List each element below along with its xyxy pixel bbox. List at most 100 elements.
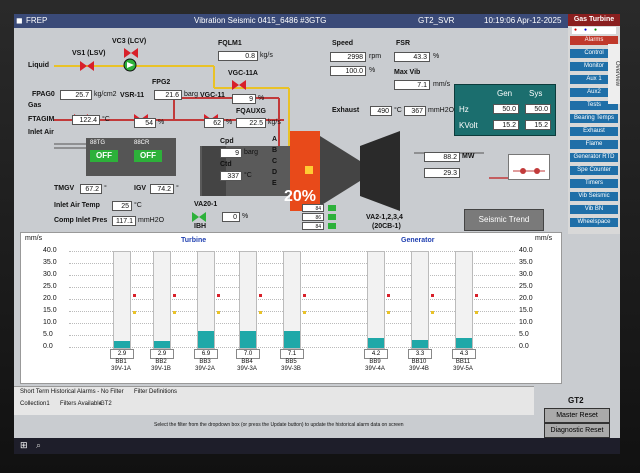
screen-title: Vibration Seismic 0415_6486 #3GTG	[194, 16, 327, 25]
gen-label: Gen	[497, 89, 513, 98]
vibration-bar[interactable]	[367, 251, 385, 349]
mvar-value: 29.3	[424, 168, 460, 178]
nav-item-generator-rtd[interactable]: Generator RTD	[570, 153, 618, 162]
bar-name: BB11	[455, 359, 471, 365]
chamber-b: B	[272, 147, 278, 154]
tick-label: 10.0	[519, 319, 533, 326]
fpg2-unit: barg	[184, 91, 199, 98]
search-icon[interactable]: ⌕	[36, 440, 41, 451]
master-reset-button[interactable]: Master Reset	[544, 408, 610, 423]
comp-inlet-value: 117.1	[112, 216, 136, 226]
warning-limit-marker	[173, 311, 176, 315]
bar-name: BB9	[369, 359, 381, 365]
chamber-c: C	[272, 158, 278, 165]
va2-label: VA2-1,2,3,4	[366, 214, 403, 221]
tick-label: 15.0	[43, 307, 57, 314]
app-name: FREP	[26, 16, 48, 25]
filter-dropdown[interactable]: GT2	[100, 401, 112, 407]
tmgv-unit: °	[104, 185, 107, 192]
alarm-bar: Short Term Historical Alarms - No Filter…	[14, 386, 534, 415]
collection-label: Collection1	[20, 401, 50, 407]
fpago-value: 25.7	[60, 90, 92, 100]
exhaust-temp: 490	[370, 106, 392, 116]
bt-qcr-state[interactable]: OFF	[134, 150, 162, 162]
vibration-bar-fill	[284, 330, 300, 348]
exhaust-press: 367	[404, 106, 426, 116]
title-bar: ◼ FREP Vibration Seismic 0415_6486 #3GTG…	[14, 14, 574, 28]
alarm-limit-marker	[173, 294, 176, 298]
nav-title: Gas Turbine	[568, 14, 620, 26]
tick-label: 15.0	[519, 307, 533, 314]
tick-label: 0.0	[519, 343, 529, 350]
bt-88-state[interactable]: OFF	[90, 150, 118, 162]
hz-sys: 50.0	[525, 104, 551, 114]
mw-unit: MW	[462, 153, 475, 160]
speed-value: 2998	[330, 52, 366, 62]
tick-label: 25.0	[43, 283, 57, 290]
vs1-valve-icon[interactable]	[80, 61, 94, 71]
nav-item-flame[interactable]: Flame	[570, 140, 618, 149]
overview-tab[interactable]: Overview	[608, 44, 620, 104]
nav-item-timers[interactable]: Timers	[570, 179, 618, 188]
vibration-bar[interactable]	[239, 251, 257, 349]
exhaust-press-unit: mmH2O	[428, 107, 455, 114]
green-dot-icon: ●	[594, 27, 598, 33]
inlet-air-label: Inlet Air	[28, 129, 54, 136]
bar-value: 7.0	[236, 349, 260, 359]
alarm-limit-marker	[387, 294, 390, 298]
diagnostic-reset-button[interactable]: Diagnostic Reset	[544, 423, 610, 438]
speed-unit: rpm	[369, 53, 382, 60]
filter-definitions[interactable]: Filter Definitions	[134, 389, 177, 395]
nav-item-vib-bn[interactable]: Vib BN	[570, 205, 618, 214]
va2-sub: (20CB-1)	[372, 223, 401, 230]
vgc11a-valve-icon[interactable]	[232, 80, 246, 90]
mw-value: 88.2	[424, 152, 460, 162]
nav-item-exhaust[interactable]: Exhaust	[570, 127, 618, 136]
bleed-value: 84	[302, 222, 324, 230]
breaker-symbol[interactable]	[508, 154, 550, 180]
hz-gen: 50.0	[493, 104, 519, 114]
fsr-unit: %	[433, 53, 440, 60]
generator-readout: 88.2 MW 29.3	[424, 150, 494, 186]
taskbar: ⊞ ⌕	[14, 438, 620, 454]
nav-item-spe-counter[interactable]: Spe Counter	[570, 166, 618, 175]
windows-icon[interactable]: ⊞	[20, 440, 28, 451]
fpago-unit: kg/cm2	[94, 91, 117, 98]
bar-value: 7.1	[280, 349, 304, 359]
maxvib-unit: mm/s	[433, 81, 451, 88]
vibration-bar[interactable]	[197, 251, 215, 349]
vibration-bar-fill	[456, 337, 472, 348]
vibration-bar[interactable]	[411, 251, 429, 349]
generator-label: Generator	[401, 237, 435, 244]
va20-label: VA20-1	[194, 201, 218, 208]
vibration-bar[interactable]	[153, 251, 171, 349]
sys-label: Sys	[529, 89, 543, 98]
igv-unit: °	[176, 185, 179, 192]
vibration-bar[interactable]	[113, 251, 131, 349]
seismic-trend-button[interactable]: Seismic Trend	[464, 209, 544, 231]
fsr-value: 43.3	[394, 52, 430, 62]
speed-pct: 100.0	[330, 66, 366, 76]
nav-item-bearing-temps[interactable]: Bearing Temps	[570, 114, 618, 123]
alarm-limit-marker	[431, 294, 434, 298]
tick-label: 5.0	[519, 331, 529, 338]
vibration-bar-fill	[198, 331, 214, 348]
nav-icon-row: ● ● ●	[572, 27, 616, 34]
vibration-bar[interactable]	[455, 251, 473, 349]
inlet-air-temp-unit: °C	[134, 202, 142, 209]
ftagim-value: 122.4	[72, 115, 100, 125]
inlet-air-temp-value: 25	[112, 201, 132, 211]
bar-value: 2.9	[150, 349, 174, 359]
nav-item-wheelspace[interactable]: Wheelspace	[570, 218, 618, 227]
alarm-header[interactable]: Short Term Historical Alarms - No Filter	[20, 389, 124, 395]
vibration-bar[interactable]	[283, 251, 301, 349]
comp-inlet-label: Comp Inlet Pres	[54, 217, 108, 224]
nav-item-vib-seismic[interactable]: Vib Seismic	[570, 192, 618, 201]
pump-icon[interactable]	[122, 58, 138, 72]
alarm-limit-marker	[475, 294, 478, 298]
bar-tag: 39V-1A	[111, 366, 131, 372]
vc3-valve-icon[interactable]	[124, 48, 138, 58]
fpg2-label: FPG2	[152, 79, 171, 86]
bt-88-label: 88TG	[90, 140, 106, 146]
breaker-panel: 88TG OFF 88CR OFF	[86, 138, 176, 176]
